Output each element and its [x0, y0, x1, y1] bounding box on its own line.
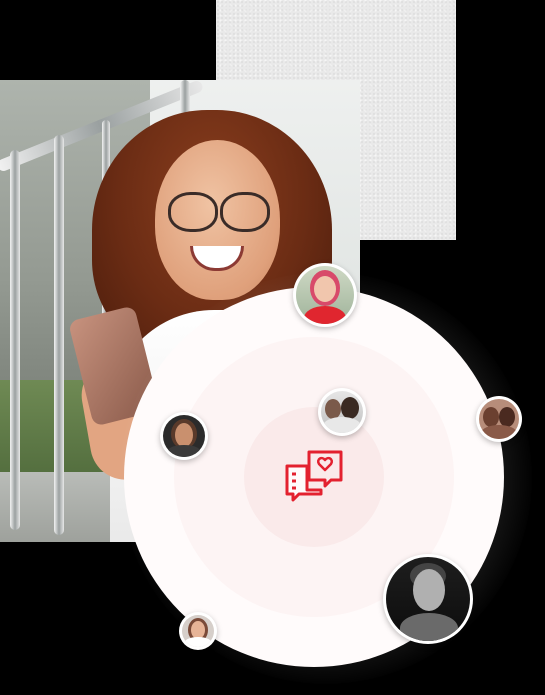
avatar-man-bw[interactable]: [383, 554, 473, 644]
avatar-two-women-selfie[interactable]: [318, 388, 366, 436]
chat-heart-icon: [285, 450, 343, 502]
avatar-two-women-right[interactable]: [476, 396, 522, 442]
avatar-woman-pink-hair[interactable]: [293, 263, 357, 327]
hero-illustration: [0, 0, 545, 695]
photo-railing: [10, 150, 20, 530]
avatar-woman-left[interactable]: [160, 412, 208, 460]
avatar-woman-bottom[interactable]: [179, 612, 217, 650]
photo-glasses: [162, 192, 272, 232]
photo-railing: [54, 135, 64, 535]
